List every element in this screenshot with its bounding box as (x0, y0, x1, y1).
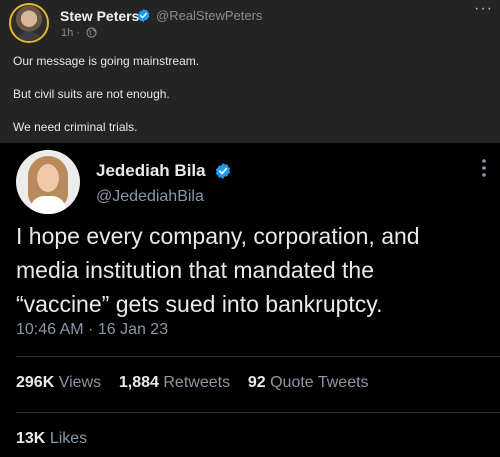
tweet-author-handle[interactable]: @JedediahBila (96, 188, 204, 206)
outer-post: Stew Peters @RealStewPeters 1h · ··· Our… (0, 0, 500, 143)
divider (16, 356, 500, 357)
tweet-text-line: “vaccine” gets sued into bankruptcy. (16, 291, 383, 317)
more-options-icon[interactable] (481, 158, 487, 178)
tweet-text-line: media institution that mandated the (16, 257, 375, 283)
tweet-author-avatar[interactable] (16, 150, 80, 214)
outer-author-avatar[interactable] (9, 3, 49, 43)
tweet-text-line: I hope every company, corporation, and (16, 223, 420, 249)
verified-badge-icon (215, 163, 231, 179)
more-options-icon[interactable]: ··· (474, 0, 493, 18)
quote-tweets-stat[interactable]: 92 Quote Tweets (248, 374, 369, 391)
likes-stat[interactable]: 13K Likes (16, 430, 87, 448)
retweets-stat[interactable]: 1,884 Retweets (119, 374, 230, 391)
tweet-timestamp[interactable]: 10:46 AM · 16 Jan 23 (16, 321, 168, 339)
outer-author-handle[interactable]: @RealStewPeters (156, 8, 262, 23)
post-text-line: We need criminal trials. (13, 120, 138, 134)
divider (16, 412, 500, 413)
tweet-author-name[interactable]: Jedediah Bila (96, 161, 206, 181)
post-text-line: Our message is going mainstream. (13, 54, 200, 68)
verified-badge-icon (137, 8, 150, 23)
post-text-line: But civil suits are not enough. (13, 87, 170, 101)
post-time: 1h · (61, 27, 80, 39)
globe-icon (86, 27, 97, 38)
views-stat: 296K Views (16, 374, 102, 391)
outer-author-name[interactable]: Stew Peters (60, 8, 139, 24)
quoted-tweet: Jedediah Bila @JedediahBila I hope every… (0, 143, 500, 457)
tweet-stats: 296K Views 1,884 Retweets 92 Quote Tweet… (16, 374, 369, 392)
